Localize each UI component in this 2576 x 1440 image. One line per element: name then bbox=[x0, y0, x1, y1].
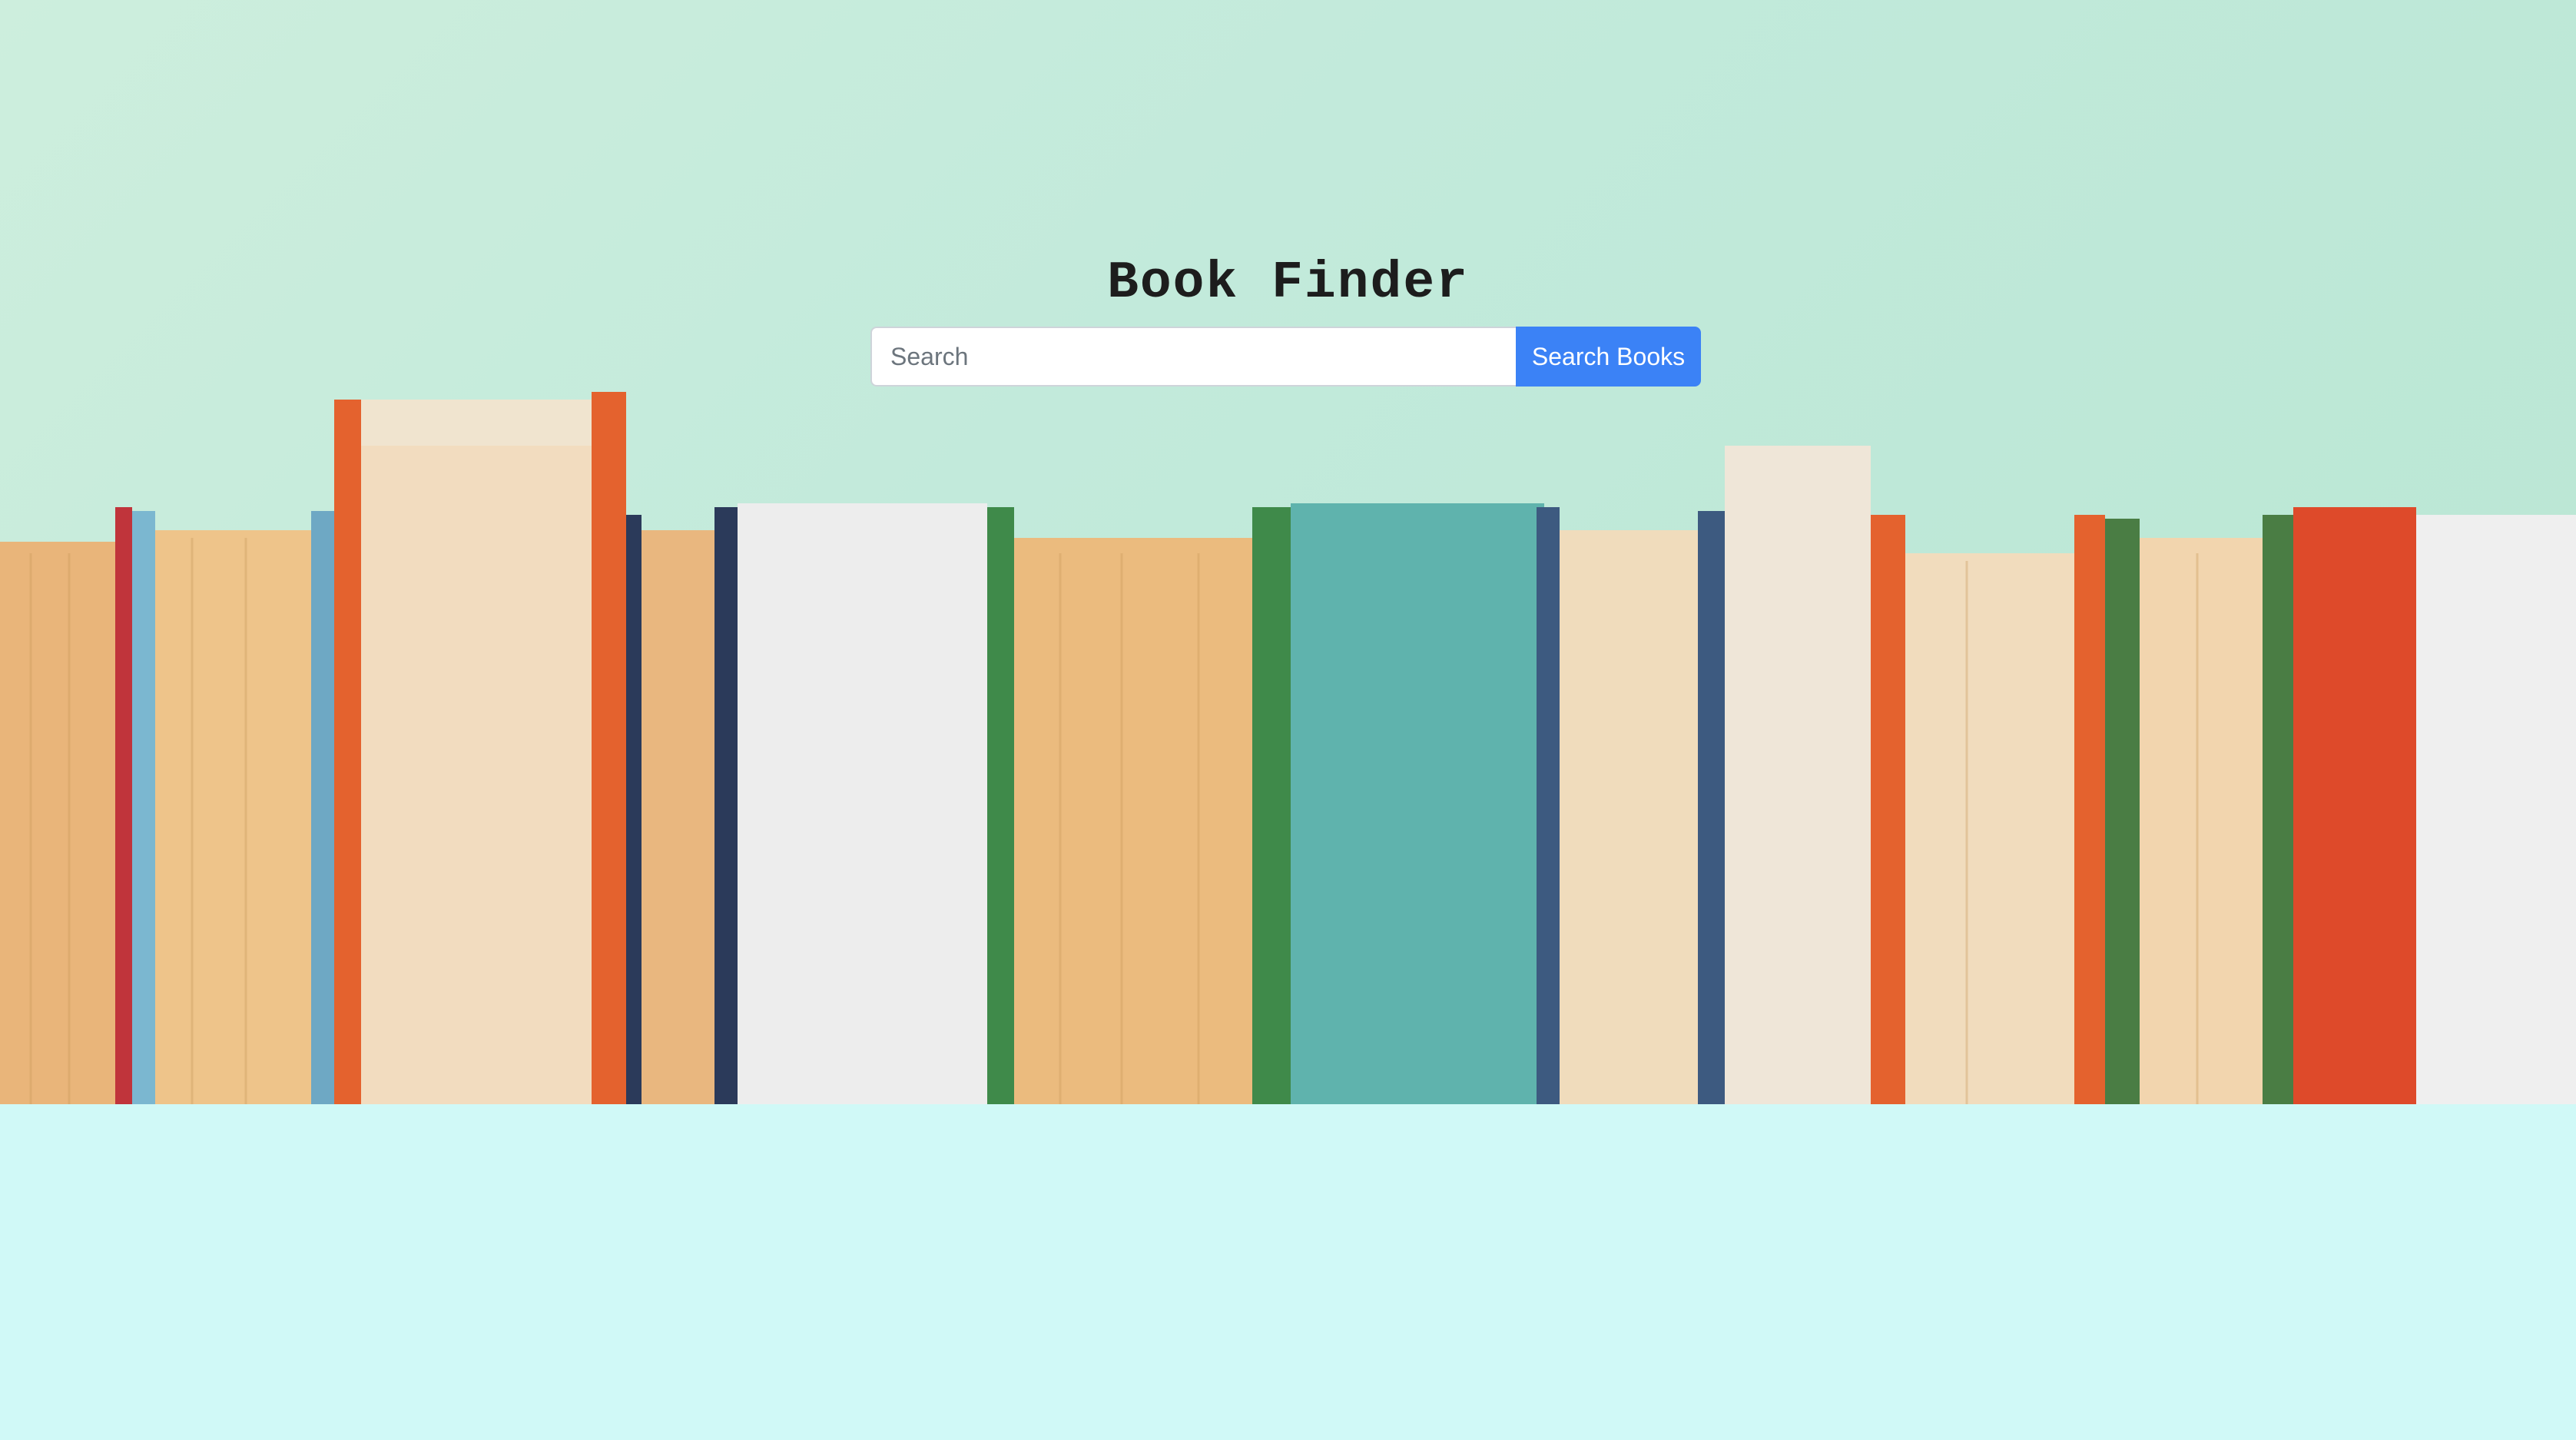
search-input[interactable] bbox=[870, 327, 1516, 387]
book-spines bbox=[0, 392, 2576, 1104]
hero-bookshelf-image: Book Finder Search Books bbox=[0, 0, 2576, 1104]
page-title: Book Finder bbox=[1107, 254, 1469, 313]
results-area bbox=[0, 1104, 2576, 1440]
bookshelf-illustration bbox=[0, 392, 2576, 1104]
search-form: Search Books bbox=[870, 327, 1701, 387]
search-books-button[interactable]: Search Books bbox=[1516, 327, 1701, 387]
